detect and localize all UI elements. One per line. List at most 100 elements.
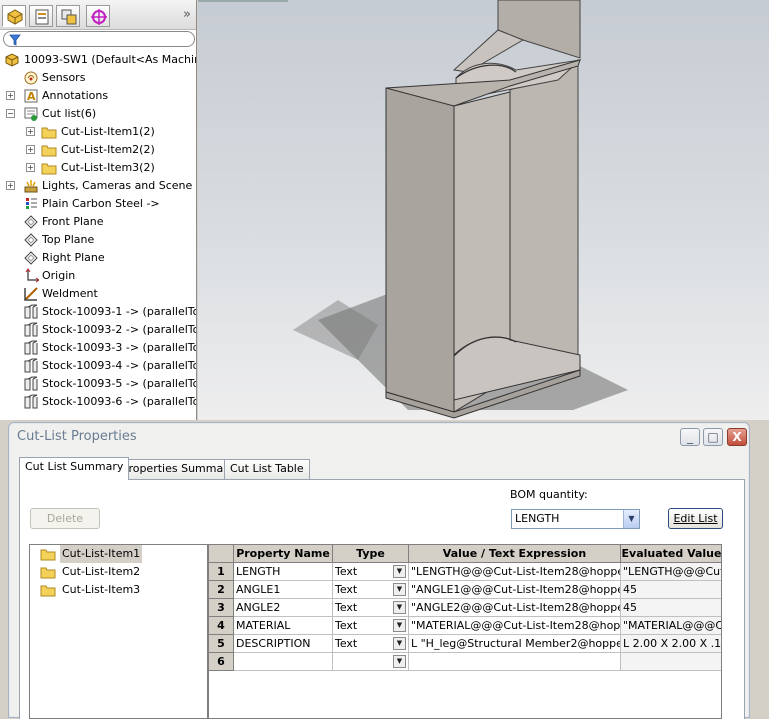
delete-button[interactable]: Delete — [30, 508, 100, 529]
tree-item-label: Plain Carbon Steel -> — [42, 197, 160, 210]
configuration-manager-tab[interactable] — [56, 5, 80, 27]
tree-item-label: Stock-10093-5 -> (parallelToCon — [42, 377, 196, 390]
tree-item[interactable]: Origin — [0, 267, 196, 285]
tree-item[interactable]: Top Plane — [0, 231, 196, 249]
property-name-cell[interactable]: DESCRIPTION — [234, 635, 333, 653]
cut-list-item[interactable]: Cut-List-Item2 — [38, 563, 198, 581]
bom-quantity-select[interactable]: LENGTH ▼ — [511, 509, 640, 529]
chevron-down-icon[interactable]: ▼ — [393, 655, 406, 668]
stock-icon — [24, 304, 38, 319]
evaluated-value-cell — [621, 653, 721, 671]
grid-corner-header — [209, 545, 234, 563]
column-header-type[interactable]: Type — [333, 545, 409, 563]
property-name-cell[interactable]: LENGTH — [234, 563, 333, 581]
feature-manager-tab[interactable] — [2, 5, 26, 27]
type-cell[interactable]: Text ▼ — [333, 581, 409, 599]
value-expression-cell[interactable] — [409, 653, 621, 671]
property-name-cell[interactable]: ANGLE1 — [234, 581, 333, 599]
type-cell[interactable]: Text ▼ — [333, 599, 409, 617]
tree-item[interactable]: + A Annotations — [0, 87, 196, 105]
tab-cut-list-table[interactable]: Cut List Table — [224, 459, 310, 479]
tree-filter-input[interactable] — [3, 31, 195, 47]
tree-item[interactable]: + Cut-List-Item1(2) — [0, 123, 196, 141]
value-expression-cell[interactable]: "ANGLE2@@@Cut-List-Item28@hopper — [409, 599, 621, 617]
tree-item[interactable]: Stock-10093-5 -> (parallelToCon — [0, 375, 196, 393]
bom-quantity-label: BOM quantity: — [510, 488, 588, 501]
dimxpert-tab[interactable] — [86, 5, 110, 27]
chevron-down-icon[interactable]: ▼ — [393, 583, 406, 596]
tree-item[interactable]: + Lights, Cameras and Scene — [0, 177, 196, 195]
row-number[interactable]: 5 — [209, 635, 234, 653]
tree-item[interactable]: Stock-10093-1 -> (parallelToCon — [0, 303, 196, 321]
evaluated-value-cell-text: "MATERIAL@@@Cu — [623, 619, 722, 632]
maximize-button[interactable]: □ — [703, 428, 723, 446]
tree-item[interactable]: Right Plane — [0, 249, 196, 267]
value-expression-cell[interactable]: "MATERIAL@@@Cut-List-Item28@hopp — [409, 617, 621, 635]
row-number[interactable]: 4 — [209, 617, 234, 635]
edit-list-button[interactable]: Edit List — [668, 508, 723, 529]
type-cell[interactable]: Text ▼ — [333, 635, 409, 653]
tree-item[interactable]: Weldment — [0, 285, 196, 303]
cut-list-item-label: Cut-List-Item2 — [62, 565, 141, 578]
tree-item[interactable]: Sensors — [0, 69, 196, 87]
expand-panel-icon[interactable]: » — [183, 7, 191, 22]
value-expression-cell[interactable]: L "H_leg@Structural Member2@hopper_ — [409, 635, 621, 653]
tree-item[interactable]: + Cut-List-Item2(2) — [0, 141, 196, 159]
value-expression-cell[interactable]: "LENGTH@@@Cut-List-Item28@hopper — [409, 563, 621, 581]
tree-item[interactable]: Stock-10093-6 -> (parallelToCon — [0, 393, 196, 411]
row-number[interactable]: 6 — [209, 653, 234, 671]
type-cell[interactable]: Text ▼ — [333, 563, 409, 581]
row-number[interactable]: 1 — [209, 563, 234, 581]
property-name-cell-text: ANGLE1 — [236, 583, 281, 596]
expand-toggle-icon[interactable]: + — [6, 91, 15, 100]
expand-toggle-icon[interactable]: − — [6, 109, 15, 118]
column-header-evaluated-value[interactable]: Evaluated Value — [621, 545, 721, 563]
tree-item[interactable]: + Cut-List-Item3(2) — [0, 159, 196, 177]
expand-toggle-icon[interactable]: + — [26, 127, 35, 136]
minimize-button[interactable]: _ — [680, 428, 700, 446]
tree-item[interactable]: Front Plane — [0, 213, 196, 231]
property-name-cell[interactable] — [234, 653, 333, 671]
chevron-down-icon[interactable]: ▼ — [623, 510, 639, 528]
tree-item-label: 10093-SW1 (Default<As Machined> — [24, 53, 196, 66]
close-button[interactable]: X — [727, 428, 747, 446]
tree-item-label: Weldment — [42, 287, 98, 300]
property-name-cell[interactable]: MATERIAL — [234, 617, 333, 635]
hopper-3d-model[interactable] — [198, 0, 769, 420]
expand-toggle-icon[interactable]: + — [26, 145, 35, 154]
tree-item[interactable]: Stock-10093-3 -> (parallelToCon — [0, 339, 196, 357]
graphics-viewport[interactable] — [198, 0, 769, 420]
expand-toggle-icon[interactable]: + — [26, 163, 35, 172]
row-number[interactable]: 3 — [209, 599, 234, 617]
property-name-cell[interactable]: ANGLE2 — [234, 599, 333, 617]
tree-item[interactable]: Plain Carbon Steel -> — [0, 195, 196, 213]
value-expression-cell[interactable]: "ANGLE1@@@Cut-List-Item28@hopper — [409, 581, 621, 599]
chevron-down-icon[interactable]: ▼ — [393, 637, 406, 650]
expand-toggle-icon[interactable]: + — [6, 181, 15, 190]
chevron-down-icon[interactable]: ▼ — [393, 619, 406, 632]
tree-item[interactable]: Stock-10093-4 -> (parallelToCon — [0, 357, 196, 375]
property-manager-tab[interactable] — [29, 5, 53, 27]
cut-list-item[interactable]: Cut-List-Item1 — [38, 545, 198, 563]
tree-item[interactable]: Stock-10093-2 -> (parallelToCon — [0, 321, 196, 339]
chevron-down-icon[interactable]: ▼ — [393, 601, 406, 614]
folder-icon — [41, 127, 57, 139]
folder-icon — [40, 585, 56, 597]
tree-item[interactable]: 10093-SW1 (Default<As Machined> — [0, 51, 196, 69]
chevron-down-icon[interactable]: ▼ — [393, 565, 406, 578]
row-number[interactable]: 2 — [209, 581, 234, 599]
type-cell[interactable]: Text ▼ — [333, 617, 409, 635]
tab-properties-summary[interactable]: Properties Summary — [116, 459, 241, 479]
folder-icon — [41, 163, 57, 175]
tree-item-label: Cut-List-Item3(2) — [61, 161, 155, 174]
column-header-value[interactable]: Value / Text Expression — [409, 545, 621, 563]
tree-item[interactable]: − Cut list(6) — [0, 105, 196, 123]
column-header-property-name[interactable]: Property Name — [234, 545, 333, 563]
value-expression-cell-text: "ANGLE1@@@Cut-List-Item28@hopper — [411, 583, 621, 596]
folder-icon — [40, 549, 56, 561]
type-cell[interactable]: ▼ — [333, 653, 409, 671]
close-icon: X — [732, 430, 742, 444]
tab-cut-list-summary[interactable]: Cut List Summary — [19, 457, 130, 480]
evaluated-value-cell: "LENGTH@@@Cut- — [621, 563, 721, 581]
cut-list-item[interactable]: Cut-List-Item3 — [38, 581, 198, 599]
